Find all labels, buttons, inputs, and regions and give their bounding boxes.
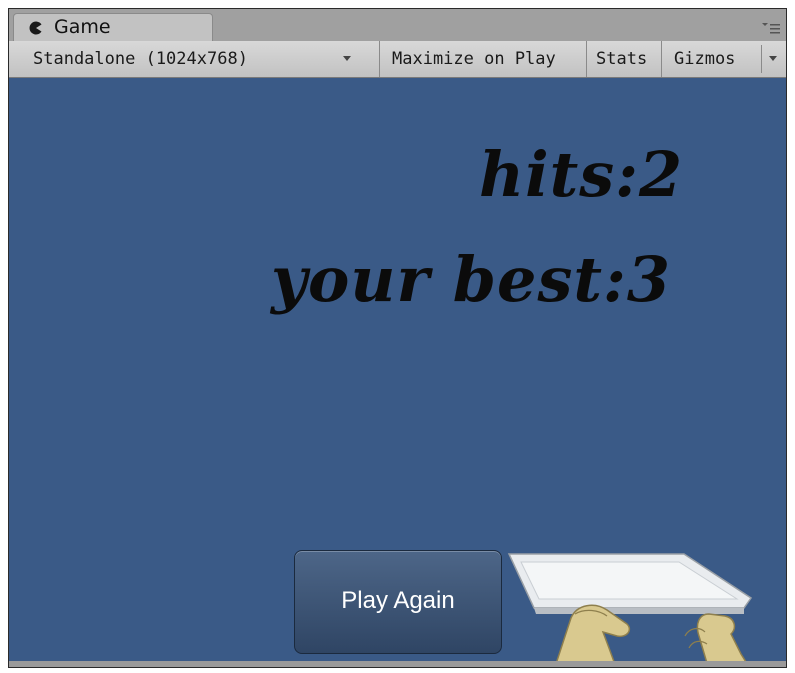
panel-menu-icon[interactable]: [762, 21, 780, 35]
aspect-label: Standalone (1024x768): [33, 49, 248, 69]
tab-game[interactable]: Game: [13, 13, 213, 41]
play-again-button[interactable]: Play Again: [294, 550, 502, 654]
stats-toggle[interactable]: Stats: [586, 41, 659, 77]
tab-label: Game: [54, 16, 111, 38]
gizmos-label: Gizmos: [674, 49, 736, 69]
game-window: Game Standalone (1024x768) Maximize on P…: [8, 8, 787, 668]
gizmos-divider: [761, 45, 762, 73]
game-viewport[interactable]: hits:2 your best:3 Play Again: [9, 78, 786, 667]
chevron-down-icon: [343, 56, 351, 61]
best-score-text: your best:3: [271, 243, 672, 316]
maximize-label: Maximize on Play: [392, 49, 556, 69]
aspect-dropdown[interactable]: Standalone (1024x768): [9, 41, 369, 77]
gizmos-dropdown[interactable]: Gizmos: [661, 41, 786, 77]
game-toolbar: Standalone (1024x768) Maximize on Play S…: [9, 41, 786, 78]
pacman-icon: [29, 21, 42, 35]
stats-label: Stats: [596, 49, 648, 69]
maximize-on-play-toggle[interactable]: Maximize on Play: [379, 41, 582, 77]
tab-strip: Game: [9, 9, 786, 41]
hands-holding-tablet: [507, 553, 753, 667]
hits-text: hits:2: [479, 138, 684, 211]
bottom-border: [9, 661, 786, 667]
chevron-down-icon[interactable]: [769, 56, 777, 61]
